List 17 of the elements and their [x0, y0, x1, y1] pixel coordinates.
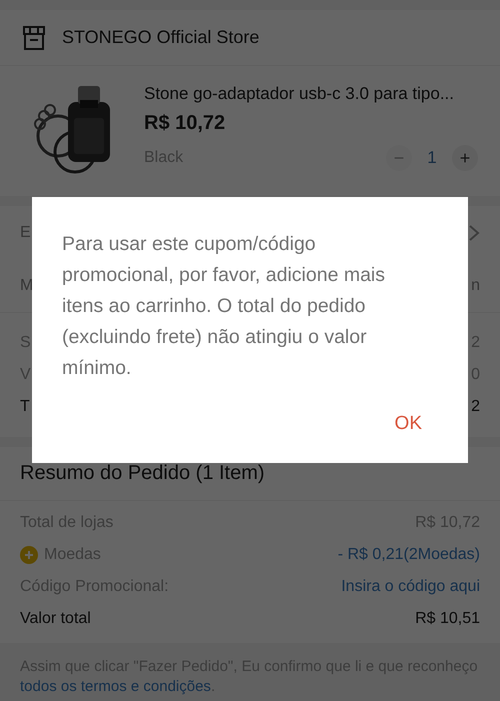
promo-code-link[interactable]: Insira o código aqui [341, 578, 480, 596]
dialog-message: Para usar este cupom/código promocional, por favor, adicione mais itens ao carrinho. O total do pedido (excluindo frete) não atingiu o valor mínimo. [62, 232, 386, 381]
store-name[interactable]: STONEGO Official Store [62, 27, 260, 48]
quantity-value: 1 [426, 148, 438, 168]
ok-button[interactable]: OK [394, 413, 422, 435]
total-value: 2 [471, 398, 480, 416]
increase-button[interactable]: + [452, 145, 478, 171]
summary-label: Valor total [20, 610, 91, 628]
terms-link[interactable]: todos os termos e condições [20, 678, 211, 695]
coins-discount: - R$ 0,21(2Moedas) [338, 546, 480, 564]
store-icon [22, 24, 46, 50]
product-price: R$ 10,72 [144, 112, 226, 135]
total-label: T [20, 398, 30, 416]
summary-value: R$ 10,51 [415, 610, 480, 628]
coin-icon [20, 546, 38, 564]
chevron-icon[interactable] [468, 224, 480, 242]
product-title[interactable]: Stone go-adaptador usb-c 3.0 para tipo... [144, 84, 478, 104]
